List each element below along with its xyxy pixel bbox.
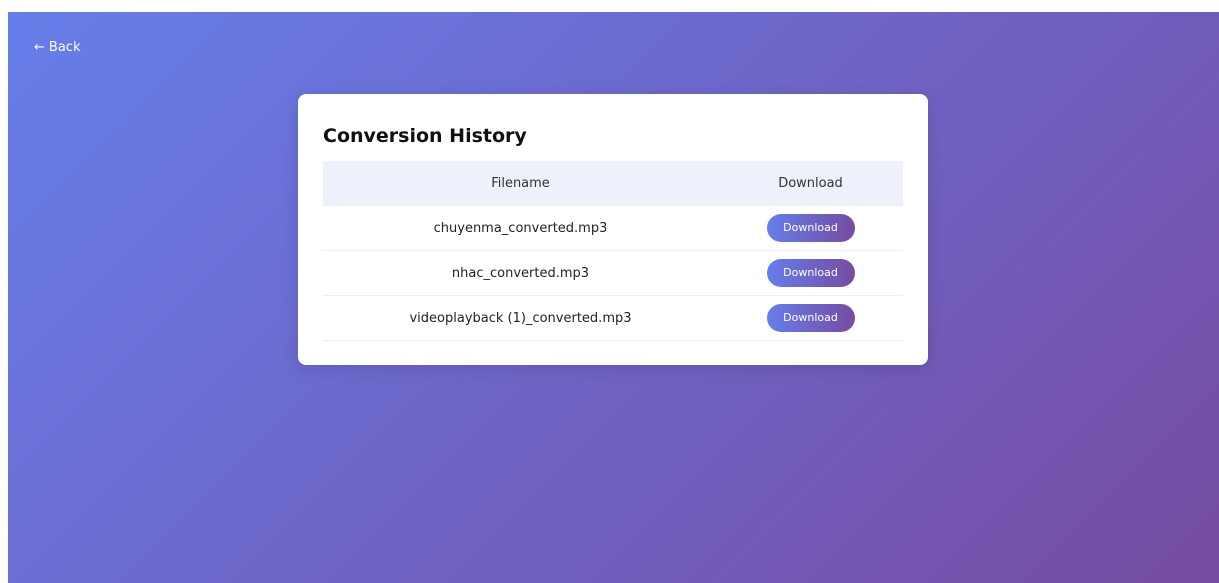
- page-background: ← Back Conversion History Filename Downl…: [8, 12, 1219, 583]
- header-row: Filename Download: [323, 161, 903, 206]
- download-button[interactable]: Download: [766, 304, 855, 332]
- back-link[interactable]: ← Back: [34, 40, 80, 56]
- arrow-left-icon: ←: [34, 40, 45, 55]
- table-row: chuyenma_converted.mp3 Download: [323, 206, 903, 251]
- download-cell: Download: [718, 295, 903, 341]
- column-header-download: Download: [718, 161, 903, 206]
- table-body: chuyenma_converted.mp3 Download nhac_con…: [323, 206, 903, 341]
- filename-cell: chuyenma_converted.mp3: [323, 206, 718, 251]
- table-row: videoplayback (1)_converted.mp3 Download: [323, 295, 903, 341]
- page-title: Conversion History: [323, 125, 527, 147]
- download-button[interactable]: Download: [766, 214, 855, 242]
- filename-cell: nhac_converted.mp3: [323, 250, 718, 296]
- back-label: Back: [48, 40, 81, 55]
- download-cell: Download: [718, 250, 903, 296]
- conversion-history-card: Conversion History Filename Download chu…: [298, 94, 928, 365]
- download-cell: Download: [718, 206, 903, 251]
- table-header: Filename Download: [323, 161, 903, 206]
- history-table: Filename Download chuyenma_converted.mp3…: [323, 161, 903, 341]
- column-header-filename: Filename: [323, 161, 718, 206]
- table-row: nhac_converted.mp3 Download: [323, 250, 903, 296]
- download-button[interactable]: Download: [766, 259, 855, 287]
- filename-cell: videoplayback (1)_converted.mp3: [323, 295, 718, 341]
